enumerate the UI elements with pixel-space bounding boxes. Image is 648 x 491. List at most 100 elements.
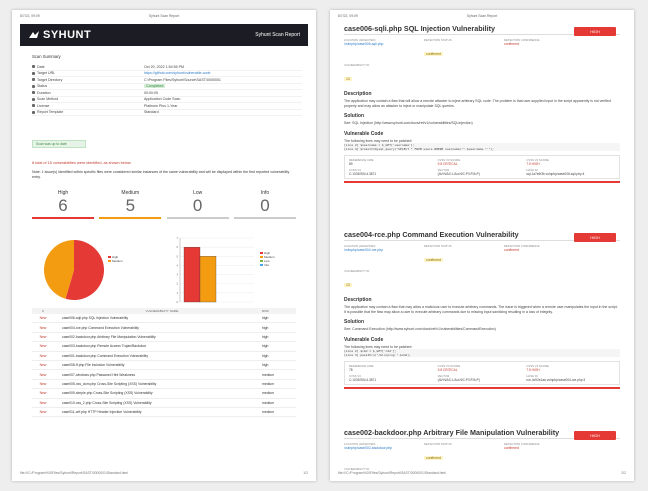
row-vuln-name[interactable]: case009-simple.php Cross-Site Scripting …	[54, 391, 262, 395]
table-row[interactable]: New case010-xss_2.php Cross-Site Scriptin…	[32, 399, 296, 408]
detail-value: 9.8 CRITICAL	[437, 368, 458, 373]
row-status: New	[39, 363, 47, 368]
risk-pie-chart: High Medium	[38, 232, 148, 308]
table-row[interactable]: New case003-backdoor.php Remote Access Tr…	[32, 342, 296, 352]
solution-link[interactable]: See: Command Execution (http://www.syhun…	[344, 327, 620, 332]
row-vuln-name[interactable]: case011-crlf.php HTTP Header Injection V…	[54, 410, 262, 414]
row-vuln-name[interactable]: case007-windows.php Password Hint Weakne…	[54, 373, 262, 377]
detail-cell: REFERENCE CWE 89	[349, 158, 438, 166]
row-risk: medium	[262, 372, 275, 377]
summary-key: Target URL	[32, 71, 144, 75]
row-risk: high	[262, 316, 269, 321]
case-meta: LOCATION (AFFECTED)/vulnphp/case004-rce.…	[344, 244, 620, 266]
detail-cell: CVSS V3 C:1003/SIN:4.3871	[349, 168, 438, 176]
row-status: New	[39, 316, 47, 321]
report-page-2: 8/7/22, 09:09 Syhunt Scan Report case006…	[330, 10, 634, 481]
detail-value: 89	[349, 162, 353, 167]
row-vuln-name[interactable]: case002-backdoor.php Arbitrary File Mani…	[54, 335, 262, 339]
summary-value: C:\Program Files\Syhunt\Source\SAST\0000…	[144, 78, 221, 82]
table-row[interactable]: New case004-rce.php Command Execution Vul…	[32, 323, 296, 333]
footer-path: file:///C:/Program%20Files/Syhunt/Report…	[20, 471, 128, 475]
row-risk: high	[262, 344, 269, 349]
summary-value: 00:00:05	[144, 91, 158, 95]
detail-value: (AV:N/AC:L/Au:N/C:P/I:P/A:P)	[437, 378, 480, 383]
vuln-id-value: 13	[344, 77, 352, 81]
meta-location: LOCATION (AFFECTED)/vulnphp/case006-sqli…	[344, 38, 424, 60]
meta-value[interactable]: /vulnphp/case004-rce.php	[344, 248, 424, 252]
solution-heading: Solution	[344, 113, 364, 120]
bar-legend-swatch-info	[260, 264, 263, 266]
summary-value-text[interactable]: https://github.com/syhunt/vulnerable-cod…	[144, 71, 211, 75]
vulnerable-code-heading: Vulnerable Code	[344, 130, 384, 137]
solution-link[interactable]: See: SQL Injection (http://www.syhunt.co…	[344, 121, 620, 126]
row-vuln-name[interactable]: case008-ff.php File Inclusion Vulnerabil…	[54, 363, 262, 367]
pie-chart-svg: High Medium	[43, 240, 123, 300]
table-row[interactable]: New case005-xss_dom.php Cross-Site Script…	[32, 380, 296, 390]
detail-value: 7.5 HIGH	[526, 368, 540, 373]
detail-cell: CVSS V3 SCORE 9.8 CRITICAL	[438, 158, 527, 166]
row-vuln-name[interactable]: case003-backdoor.php Remote Access Troja…	[54, 344, 262, 348]
severity-info: Info 0	[233, 190, 296, 219]
row-status: New	[39, 325, 47, 330]
summary-value[interactable]: https://github.com/syhunt/vulnerable-cod…	[144, 71, 211, 75]
info-bullet-icon	[32, 84, 35, 88]
row-vuln-name[interactable]: case010-xss_2.php Cross-Site Scripting (…	[54, 401, 262, 405]
risk-badge-high: HIGH	[574, 233, 616, 242]
summary-value-text: Oct 20, 2022 1:54:55 PM	[144, 64, 184, 69]
case-meta: LOCATION (AFFECTED)/vulnphp/case002-back…	[344, 442, 620, 464]
syhunt-logo-icon	[29, 31, 39, 38]
summary-key-label: Scan Method	[37, 97, 59, 102]
risk-bar-chart: 01234567 High Medium Low Info	[170, 232, 300, 308]
print-date: 8/7/22, 09:09	[20, 14, 40, 18]
severity-count: 6	[58, 196, 68, 215]
summary-value-text: Completed	[144, 84, 166, 89]
row-status: New	[39, 391, 47, 396]
scan-summary-title: Scan Summary	[32, 54, 61, 59]
summary-value-text: Platinum Plus 1-Year	[144, 103, 178, 108]
detail-cell: CVSS V3 C:1003/SIN:4.3871	[349, 374, 438, 382]
severity-underline	[166, 217, 229, 219]
case-separator	[344, 387, 620, 389]
footer-page-number: 1/2	[303, 471, 308, 475]
row-status: New	[39, 410, 47, 415]
summary-value-text: Application Code Scan	[144, 97, 181, 102]
banner-title: Syhunt Scan Report	[255, 32, 300, 38]
info-bullet-icon	[32, 91, 35, 95]
summary-key: Duration	[32, 91, 144, 95]
severity-underline	[99, 217, 162, 219]
bar-y-tick: 2	[177, 282, 179, 286]
bar-y-tick: 7	[177, 236, 179, 240]
row-vuln-name[interactable]: case001-backdoor.php Command Execution V…	[54, 354, 262, 358]
meta-status: DETECTION STATUS confirmed	[424, 244, 504, 266]
row-risk: high	[262, 353, 269, 358]
print-title: Syhunt Scan Report	[466, 14, 498, 18]
row-vuln-name[interactable]: case006-sqli.php SQL Injection Vulnerabi…	[54, 316, 262, 320]
row-status: New	[39, 334, 47, 339]
meta-value: confirmed	[504, 446, 519, 450]
table-row[interactable]: New case006-sqli.php SQL Injection Vulner…	[32, 314, 296, 324]
row-vuln-name[interactable]: case004-rce.php Command Execution Vulner…	[54, 326, 262, 330]
meta-location: LOCATION (AFFECTED)/vulnphp/case002-back…	[344, 442, 424, 464]
meta-label: DETECTION STATUS	[424, 38, 452, 42]
meta-value[interactable]: /vulnphp/case002-backdoor.php	[344, 446, 424, 450]
row-risk: medium	[262, 391, 275, 396]
meta-conf: DETECTION CONFIDENCE confirmed	[504, 442, 584, 464]
table-row[interactable]: New case011-crlf.php HTTP Header Injectio…	[32, 408, 296, 418]
info-bullet-icon	[32, 97, 35, 101]
description-text: The application may contain a flaw that …	[344, 99, 611, 108]
table-row[interactable]: New case001-backdoor.php Command Executio…	[32, 352, 296, 361]
legend-label-medium: Medium	[112, 259, 123, 263]
row-vuln-name[interactable]: case005-xss_dom.php Cross-Site Scripting…	[54, 382, 262, 386]
row-status: New	[39, 372, 47, 377]
bar-legend-swatch-low	[260, 260, 263, 262]
col-header-name: VULNERABILITY NAME	[145, 309, 179, 313]
meta-label: DETECTION STATUS	[424, 244, 452, 248]
bar-medium	[199, 256, 217, 303]
table-row[interactable]: New case008-ff.php File Inclusion Vulnera…	[32, 361, 296, 371]
report-page-1: 8/7/22, 09:09 Syhunt Scan Report SYHUNT …	[12, 10, 316, 481]
table-row[interactable]: New case007-windows.php Password Hint Wea…	[32, 370, 296, 380]
table-row[interactable]: New case009-simple.php Cross-Site Scripti…	[32, 389, 296, 399]
meta-value[interactable]: /vulnphp/case006-sqli.php	[344, 42, 424, 46]
table-row[interactable]: New case002-backdoor.php Arbitrary File M…	[32, 333, 296, 343]
page-header-strip: 8/7/22, 09:09 Syhunt Scan Report	[20, 14, 308, 18]
